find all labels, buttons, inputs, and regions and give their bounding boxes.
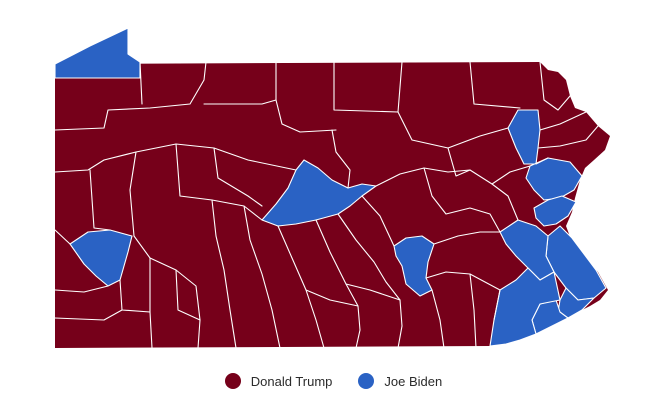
legend-label-biden: Joe Biden [384,373,443,389]
legend-swatch-trump [224,373,241,389]
legend: Donald Trump Joe Biden [0,366,667,396]
legend-label-trump: Donald Trump [250,373,333,389]
county-map-svg [54,27,610,349]
pennsylvania-map [0,0,667,360]
legend-swatch-biden [358,373,375,389]
legend-item-trump: Donald Trump [224,373,333,389]
legend-item-biden: Joe Biden [358,373,442,389]
county-erie[interactable] [54,27,141,79]
